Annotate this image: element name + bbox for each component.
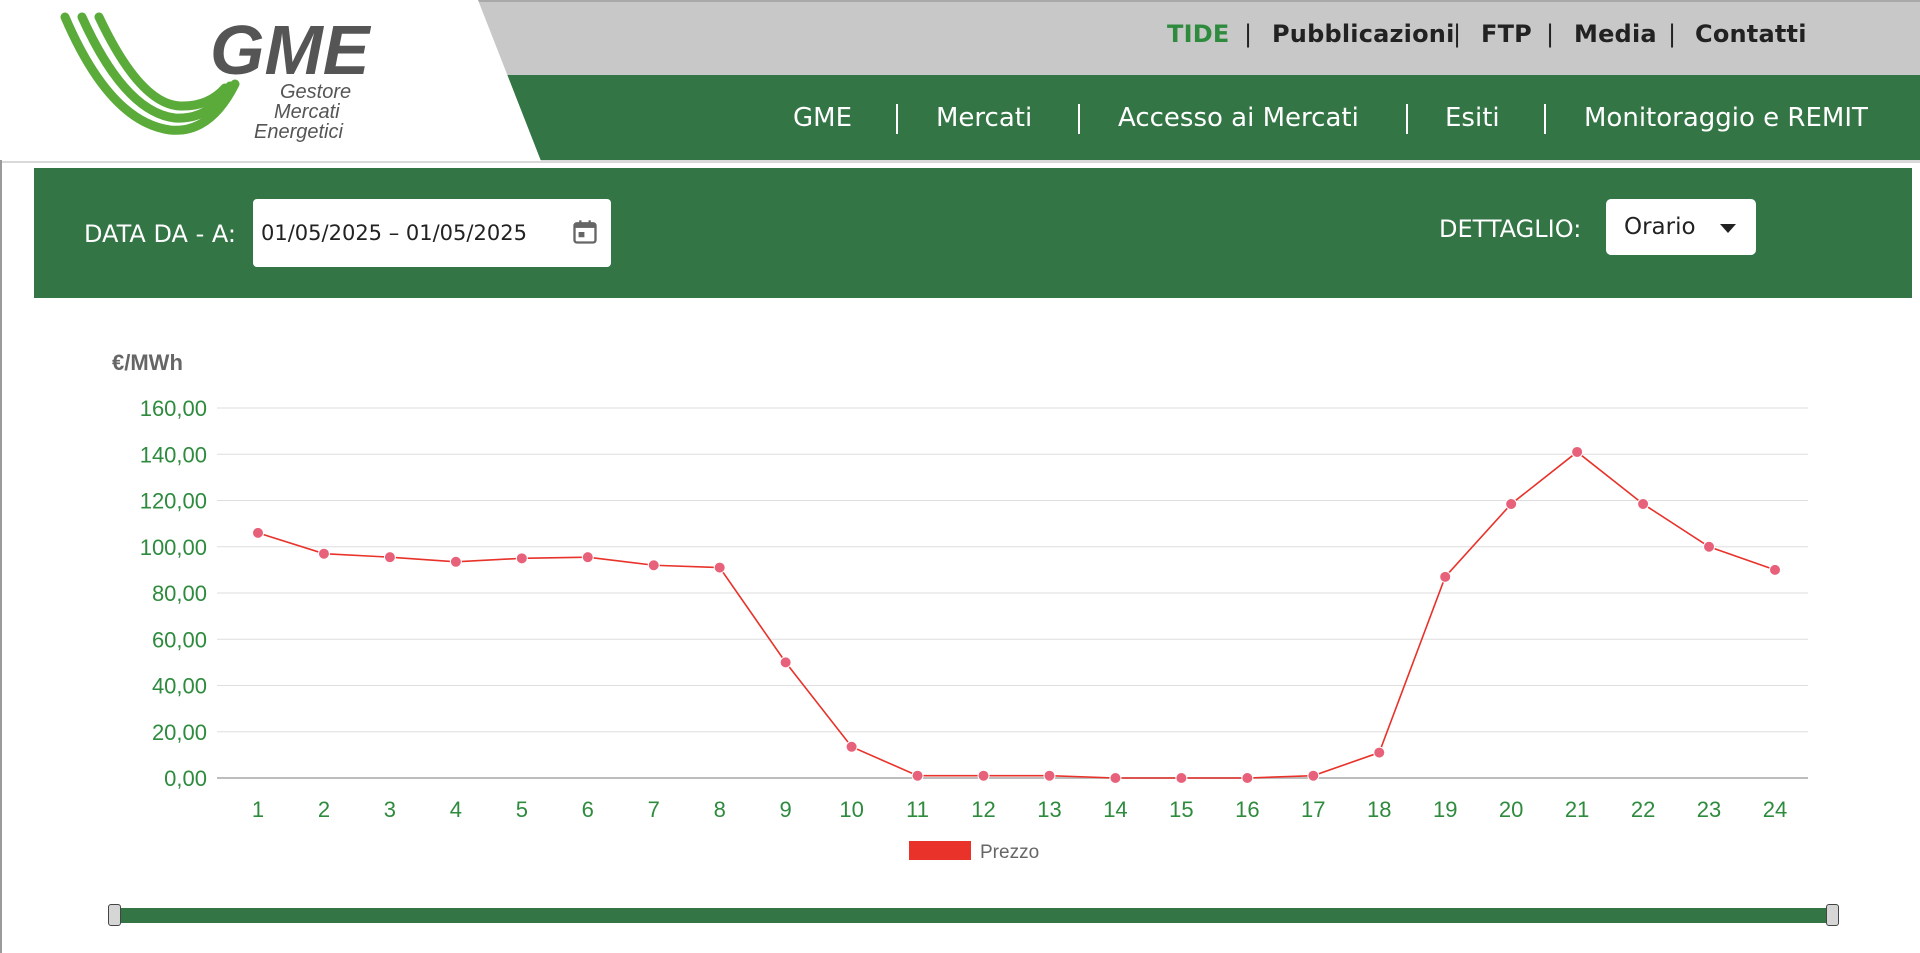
x-tick-label: 20 (1499, 797, 1523, 822)
legend-swatch-prezzo (909, 841, 971, 860)
util-link-contatti[interactable]: Contatti (1695, 20, 1807, 48)
y-tick-label: 20,00 (152, 720, 207, 745)
nav-link-accesso-ai-mercati[interactable]: Accesso ai Mercati (1118, 103, 1359, 133)
filter-bar: DATA DA - A: DETTAGLIO: Orario (34, 168, 1912, 298)
nav-link-mercati[interactable]: Mercati (936, 103, 1032, 133)
data-point (977, 769, 990, 782)
logo-tagline-3: Energetici (254, 121, 343, 143)
x-tick-label: 24 (1763, 797, 1787, 822)
detail-select-value: Orario (1624, 214, 1696, 240)
data-point (1109, 772, 1122, 784)
x-tick-label: 22 (1631, 797, 1655, 822)
data-point (779, 656, 792, 669)
y-tick-label: 140,00 (140, 442, 207, 467)
logo-container[interactable]: GME Gestore Mercati Energetici (0, 0, 541, 161)
util-separator: | (1453, 20, 1462, 48)
x-tick-label: 16 (1235, 797, 1259, 822)
page: GME Gestore Mercati Energetici TIDE | Pu… (0, 0, 1920, 953)
x-tick-label: 15 (1169, 797, 1193, 822)
y-tick-label: 120,00 (140, 489, 207, 514)
data-point (383, 551, 396, 564)
x-tick-label: 19 (1433, 797, 1457, 822)
y-tick-label: 100,00 (140, 535, 207, 560)
y-axis-unit-label: €/MWh (112, 350, 183, 375)
calendar-icon[interactable] (571, 218, 599, 246)
data-point (1769, 563, 1781, 576)
x-tick-label: 18 (1367, 797, 1391, 822)
data-point (1505, 497, 1518, 510)
nav-link-gme[interactable]: GME (793, 103, 852, 133)
data-point (449, 555, 462, 568)
x-tick-label: 6 (582, 797, 594, 822)
x-tick-label: 17 (1301, 797, 1325, 822)
y-tick-label: 160,00 (140, 396, 207, 421)
data-point (1175, 772, 1188, 784)
range-slider-handle-start[interactable] (108, 904, 121, 926)
x-tick-label: 7 (648, 797, 660, 822)
price-chart-svg: €/MWh 0,00 20,00 40,00 60,00 80,00 100,00 120,0… (112, 350, 1808, 860)
nav-separator (896, 104, 898, 134)
data-point (713, 561, 726, 574)
x-tick-label: 9 (780, 797, 792, 822)
date-range-label: DATA DA - A: (84, 220, 236, 248)
data-point (1637, 497, 1650, 510)
x-tick-label: 1 (252, 797, 264, 822)
nav-separator (1406, 104, 1408, 134)
data-point (1703, 540, 1716, 553)
nav-separator (1078, 104, 1080, 134)
x-tick-label: 5 (516, 797, 528, 822)
data-point (581, 551, 594, 564)
data-point (911, 769, 924, 782)
chevron-down-icon (1720, 224, 1736, 233)
range-slider-handle-end[interactable] (1826, 904, 1839, 926)
x-tick-label: 4 (450, 797, 462, 822)
x-tick-label: 10 (839, 797, 863, 822)
detail-select[interactable]: Orario (1606, 199, 1756, 255)
util-separator: | (1546, 20, 1555, 48)
x-tick-label: 3 (384, 797, 396, 822)
data-point (317, 547, 330, 560)
util-link-media[interactable]: Media (1574, 20, 1657, 48)
x-tick-label: 23 (1697, 797, 1721, 822)
data-point (1307, 769, 1320, 782)
x-tick-label: 12 (971, 797, 995, 822)
legend-label-prezzo: Prezzo (980, 842, 1039, 860)
logo-tagline-1: Gestore (280, 81, 351, 103)
range-slider-track[interactable] (114, 908, 1832, 923)
y-tick-label: 60,00 (152, 627, 207, 652)
x-tick-label: 11 (906, 797, 929, 822)
data-point (647, 559, 660, 572)
util-link-tide[interactable]: TIDE (1167, 20, 1229, 48)
util-separator: | (1244, 20, 1253, 48)
data-point (1439, 570, 1452, 583)
y-tick-label: 80,00 (152, 581, 207, 606)
nav-separator (1544, 104, 1546, 134)
data-point (515, 552, 528, 565)
nav-link-monitoraggio-remit[interactable]: Monitoraggio e REMIT (1584, 103, 1868, 133)
x-tick-label: 8 (714, 797, 726, 822)
x-tick-label: 13 (1037, 797, 1061, 822)
util-link-ftp[interactable]: FTP (1481, 20, 1532, 48)
data-point (252, 526, 264, 539)
y-tick-label: 0,00 (164, 766, 207, 791)
data-point (1571, 445, 1584, 458)
x-tick-label: 2 (318, 797, 330, 822)
x-tick-label: 21 (1565, 797, 1589, 822)
data-point (845, 740, 858, 753)
x-tick-label: 14 (1103, 797, 1127, 822)
date-range-input[interactable] (253, 199, 611, 267)
nav-link-esiti[interactable]: Esiti (1445, 103, 1500, 133)
detail-label: DETTAGLIO: (1439, 215, 1582, 243)
data-point (1043, 769, 1056, 782)
gme-logo[interactable]: GME Gestore Mercati Energetici (60, 12, 380, 147)
logo-text: GME (210, 12, 372, 89)
data-point (1241, 772, 1254, 784)
data-point (1373, 746, 1386, 759)
logo-tagline-2: Mercati (274, 101, 340, 123)
price-chart: €/MWh 0,00 20,00 40,00 60,00 80,00 100,00 120,0… (0, 300, 1920, 860)
util-separator: | (1668, 20, 1677, 48)
y-tick-label: 40,00 (152, 674, 207, 699)
util-link-pubblicazioni[interactable]: Pubblicazioni (1272, 20, 1455, 48)
